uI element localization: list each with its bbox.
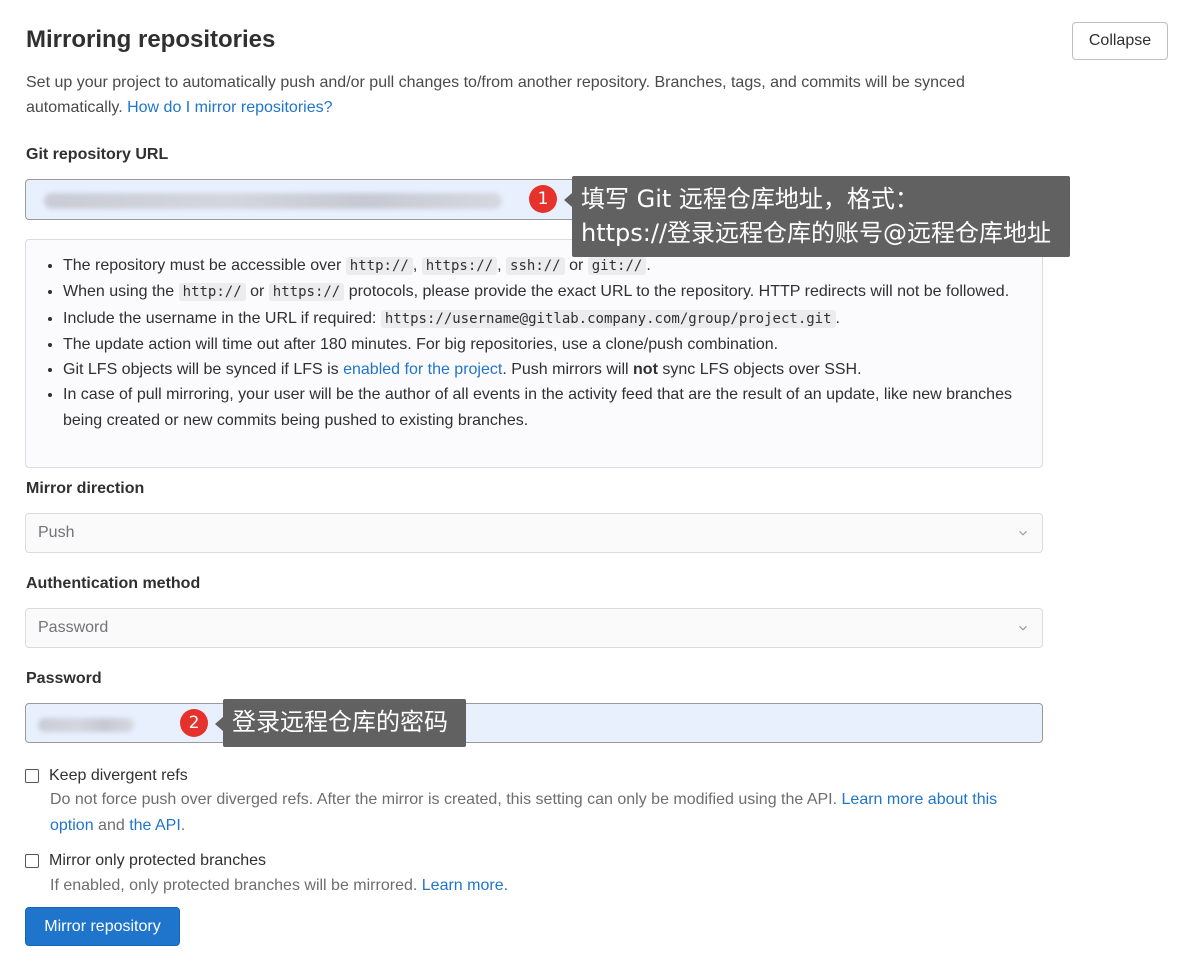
mirror-repository-button[interactable]: Mirror repository [25,907,180,946]
mirror-direction-select[interactable]: Push [25,513,1043,553]
redacted-url-text [44,193,502,209]
learn-more-link[interactable]: Learn more. [422,877,508,894]
section-description: Set up your project to automatically pus… [26,70,1036,120]
annotation-callout-2: 登录远程仓库的密码 [223,699,466,747]
help-item-username: Include the username in the URL if requi… [63,306,1016,332]
help-text: . Push mirrors will [502,361,629,379]
keep-divergent-label: Keep divergent refs [49,767,188,784]
callout-1-line-2: https://登录远程仓库的账号@远程仓库地址 [581,219,1052,247]
help-text: protocols, please provide the exact URL … [348,283,1010,301]
git-url-label: Git repository URL [26,146,169,163]
code-https: https:// [268,283,345,302]
chevron-down-icon [1019,530,1027,536]
code-https: https:// [421,257,498,275]
auth-method-label: Authentication method [26,575,201,592]
protected-only-checkbox-row[interactable]: Mirror only protected branches [25,852,266,870]
help-text: or [250,283,265,301]
url-help-box: The repository must be accessible over h… [25,239,1043,468]
collapse-button[interactable]: Collapse [1072,22,1168,60]
help-item-http-redirects: When using the http:// or https:// proto… [63,279,1016,305]
code-http: http:// [345,257,413,275]
password-input[interactable] [25,703,1043,743]
help-bold-not: not [633,361,658,379]
callout-1-line-1: 填写 Git 远程仓库地址，格式： [581,185,919,213]
help-text: or [569,257,584,274]
code-example-url: https://username@gitlab.company.com/grou… [380,309,836,328]
chevron-down-icon [1019,625,1027,631]
protected-only-checkbox[interactable] [25,854,39,868]
annotation-arrow-2 [215,717,223,731]
mirror-direction-label: Mirror direction [26,480,145,497]
code-ssh: ssh:// [506,257,565,275]
help-text: sync LFS objects over SSH. [662,361,862,379]
help-item-pull-author: In case of pull mirroring, your user wil… [63,382,1016,433]
code-http: http:// [178,283,246,302]
mirror-direction-value: Push [38,524,75,541]
help-list: The repository must be accessible over h… [26,253,1016,433]
keep-divergent-checkbox-row[interactable]: Keep divergent refs [25,767,188,785]
code-git: git:// [587,257,647,275]
password-label: Password [26,670,102,687]
help-text: Include the username in the URL if requi… [63,309,377,327]
help-text: and [98,817,125,834]
help-text: Git LFS objects will be synced if LFS is [63,361,339,379]
protected-only-label: Mirror only protected branches [49,852,266,869]
help-text: The repository must be accessible over [63,257,342,274]
lfs-enabled-link[interactable]: enabled for the project [343,361,502,378]
help-item-timeout: The update action will time out after 18… [63,332,1016,357]
annotation-arrow-1 [564,193,572,207]
help-text: . [180,817,186,834]
keep-divergent-help: Do not force push over diverged refs. Af… [50,787,1040,839]
protected-only-help-text: If enabled, only protected branches will… [50,877,418,894]
help-text: When using the [63,283,175,301]
keep-divergent-help-text: Do not force push over diverged refs. Af… [50,791,838,808]
redacted-password-text [38,718,134,732]
api-link[interactable]: the API [129,817,181,834]
page-title: Mirroring repositories [26,26,276,53]
annotation-callout-1: 填写 Git 远程仓库地址，格式： https://登录远程仓库的账号@远程仓库… [572,176,1070,257]
auth-method-value: Password [38,619,109,636]
annotation-badge-1: 1 [529,185,557,213]
keep-divergent-checkbox[interactable] [25,769,39,783]
protected-only-help: If enabled, only protected branches will… [50,873,1040,899]
help-item-lfs: Git LFS objects will be synced if LFS is… [63,357,1016,382]
annotation-badge-2: 2 [180,709,208,737]
mirror-help-link[interactable]: How do I mirror repositories? [127,99,332,116]
auth-method-select[interactable]: Password [25,608,1043,648]
